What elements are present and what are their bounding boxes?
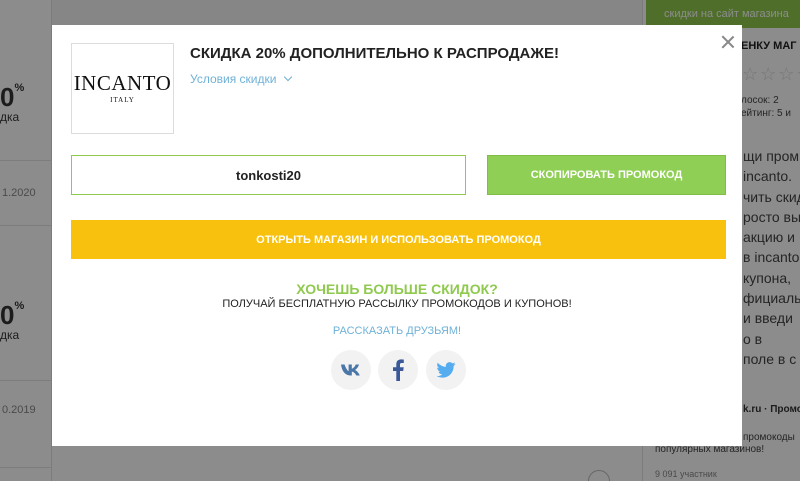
copy-promo-button[interactable]: СКОПИРОВАТЬ ПРОМОКОД xyxy=(487,155,726,195)
facebook-icon xyxy=(392,359,404,381)
twitter-icon xyxy=(436,362,456,378)
discount-terms-label: Условия скидки xyxy=(190,72,277,86)
newsletter-subtitle: ПОЛУЧАЙ БЕСПЛАТНУЮ РАССЫЛКУ ПРОМОКОДОВ И… xyxy=(222,298,572,310)
logo-subtitle: ITALY xyxy=(110,96,135,104)
store-logo: INCANTO ITALY xyxy=(71,43,174,134)
newsletter-title: ХОЧЕШЬ БОЛЬШЕ СКИДОК? xyxy=(296,281,498,297)
share-link[interactable]: РАССКАЗАТЬ ДРУЗЬЯМ! xyxy=(52,325,742,337)
chevron-down-icon xyxy=(284,72,293,82)
promo-code-field[interactable]: tonkosti20 xyxy=(71,155,466,195)
vk-share-button[interactable] xyxy=(331,350,371,390)
twitter-share-button[interactable] xyxy=(426,350,466,390)
facebook-share-button[interactable] xyxy=(378,350,418,390)
logo-wordmark: INCANTO xyxy=(73,71,172,95)
promo-modal: INCANTO ITALY СКИДКА 20% ДОПОЛНИТЕЛЬНО К… xyxy=(52,25,742,446)
open-store-button[interactable]: ОТКРЫТЬ МАГАЗИН И ИСПОЛЬЗОВАТЬ ПРОМОКОД xyxy=(71,220,726,259)
modal-title: СКИДКА 20% ДОПОЛНИТЕЛЬНО К РАСПРОДАЖЕ! xyxy=(190,45,559,62)
discount-terms-toggle[interactable]: Условия скидки xyxy=(190,72,293,86)
vk-icon xyxy=(340,363,362,377)
close-icon[interactable] xyxy=(720,34,736,50)
